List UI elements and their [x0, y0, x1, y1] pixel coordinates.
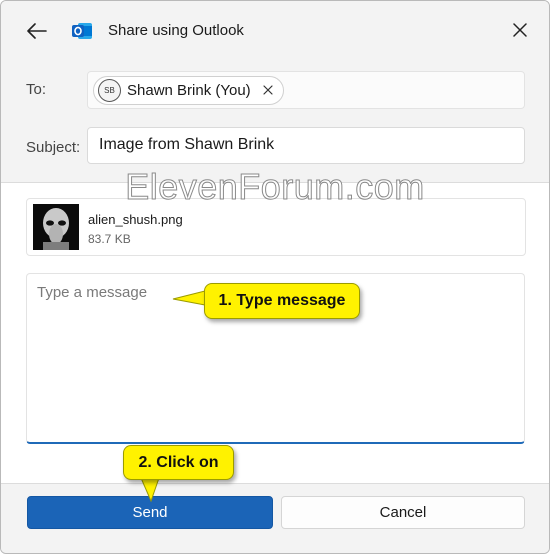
- message-placeholder: Type a message: [37, 284, 148, 301]
- share-dialog: Share using Outlook To: SB Shawn Brink (…: [0, 0, 550, 554]
- arrow-left-icon: [27, 23, 47, 39]
- callout-type-message: 1. Type message: [204, 283, 360, 319]
- callout-click-on: 2. Click on: [123, 445, 234, 480]
- to-label: To:: [26, 81, 47, 98]
- back-button[interactable]: [19, 15, 55, 47]
- subject-input[interactable]: Image from Shawn Brink: [87, 127, 525, 164]
- outlook-icon: [71, 20, 93, 42]
- attachment-file-name: alien_shush.png: [88, 212, 183, 227]
- callout-pointer: [140, 477, 160, 503]
- close-button[interactable]: [503, 13, 537, 47]
- close-icon: [263, 85, 273, 95]
- avatar: SB: [98, 79, 121, 102]
- remove-recipient-button[interactable]: [263, 83, 273, 98]
- attachment-card[interactable]: alien_shush.png 83.7 KB: [26, 198, 526, 256]
- close-icon: [513, 23, 527, 37]
- recipient-chip[interactable]: SB Shawn Brink (You): [93, 76, 284, 105]
- window-title: Share using Outlook: [108, 22, 244, 39]
- cancel-button[interactable]: Cancel: [281, 496, 525, 529]
- attachment-file-size: 83.7 KB: [88, 232, 131, 246]
- title-bar: Share using Outlook: [1, 1, 549, 59]
- recipient-name: Shawn Brink (You): [127, 82, 251, 99]
- to-field[interactable]: SB Shawn Brink (You): [87, 71, 525, 109]
- attachment-thumbnail: [33, 204, 79, 250]
- subject-label: Subject:: [26, 139, 81, 156]
